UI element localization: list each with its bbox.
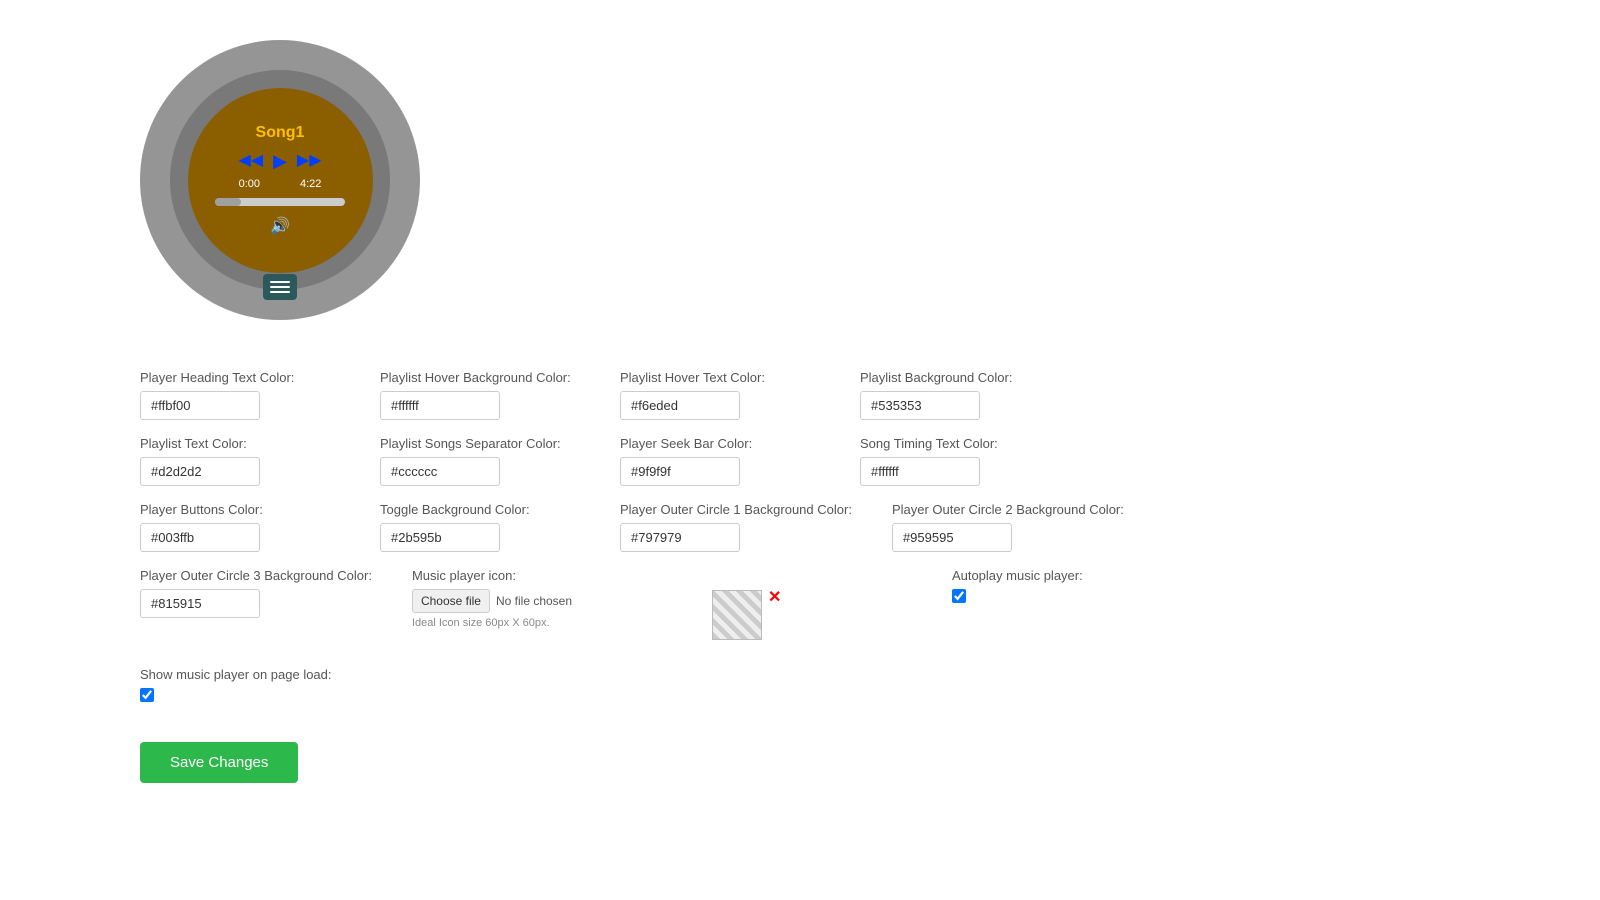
input-playlist-hover-bg-color[interactable]	[380, 391, 500, 420]
icon-preview-area: ✕	[712, 590, 912, 640]
settings-row-3: Player Buttons Color: Toggle Background …	[140, 502, 1460, 552]
setting-player-buttons-color: Player Buttons Color:	[140, 502, 340, 552]
label-outer-circle1-color: Player Outer Circle 1 Background Color:	[620, 502, 852, 517]
input-toggle-bg-color[interactable]	[380, 523, 500, 552]
autoplay-checkbox-group	[952, 589, 1152, 603]
toggle-line-1	[270, 281, 290, 283]
setting-song-timing-text-color: Song Timing Text Color:	[860, 436, 1060, 486]
toggle-line-2	[270, 286, 290, 288]
save-changes-button[interactable]: Save Changes	[140, 742, 298, 783]
player-outer-circle-2: Song1 ◀◀ ▶ ▶▶ 0:00 4:22 🔊	[140, 40, 420, 320]
setting-playlist-text-color: Playlist Text Color:	[140, 436, 340, 486]
input-playlist-hover-text-color[interactable]	[620, 391, 740, 420]
label-playlist-text-color: Playlist Text Color:	[140, 436, 340, 451]
show-on-load-section: Show music player on page load:	[140, 667, 340, 726]
volume-icon[interactable]: 🔊	[270, 216, 290, 236]
file-no-chosen-text: No file chosen	[496, 594, 572, 608]
label-player-heading-text-color: Player Heading Text Color:	[140, 370, 340, 385]
show-on-load-checkbox-group	[140, 688, 340, 702]
play-button[interactable]: ▶	[273, 152, 287, 170]
next-button[interactable]: ▶▶	[297, 153, 322, 169]
input-outer-circle1-color[interactable]	[620, 523, 740, 552]
player-inner-circle: Song1 ◀◀ ▶ ▶▶ 0:00 4:22 🔊	[188, 88, 373, 273]
icon-preview-box	[712, 590, 762, 640]
label-song-timing-text-color: Song Timing Text Color:	[860, 436, 1060, 451]
input-outer-circle2-color[interactable]	[892, 523, 1012, 552]
toggle-line-3	[270, 291, 290, 293]
settings-row-1: Player Heading Text Color: Playlist Hove…	[140, 370, 1460, 420]
label-music-icon: Music player icon:	[412, 568, 672, 583]
setting-playlist-hover-bg-color: Playlist Hover Background Color:	[380, 370, 580, 420]
file-input-area: Choose file No file chosen	[412, 589, 672, 613]
settings-section: Player Heading Text Color: Playlist Hove…	[40, 370, 1560, 783]
settings-row-5: Show music player on page load:	[140, 667, 1460, 726]
label-show-on-load: Show music player on page load:	[140, 667, 340, 682]
setting-player-heading-text-color: Player Heading Text Color:	[140, 370, 340, 420]
seek-bar[interactable]	[215, 198, 345, 206]
setting-playlist-bg-color: Playlist Background Color:	[860, 370, 1060, 420]
input-player-buttons-color[interactable]	[140, 523, 260, 552]
autoplay-section: Autoplay music player:	[952, 568, 1152, 627]
input-playlist-text-color[interactable]	[140, 457, 260, 486]
label-playlist-hover-text-color: Playlist Hover Text Color:	[620, 370, 820, 385]
toggle-playlist-button[interactable]	[263, 274, 297, 300]
label-player-buttons-color: Player Buttons Color:	[140, 502, 340, 517]
time-total: 4:22	[300, 178, 321, 190]
input-playlist-bg-color[interactable]	[860, 391, 980, 420]
setting-playlist-separator-color: Playlist Songs Separator Color:	[380, 436, 580, 486]
autoplay-checkbox[interactable]	[952, 589, 966, 603]
prev-button[interactable]: ◀◀	[238, 153, 263, 169]
input-player-heading-text-color[interactable]	[140, 391, 260, 420]
file-hint-text: Ideal Icon size 60px X 60px.	[412, 617, 672, 629]
setting-outer-circle2-color: Player Outer Circle 2 Background Color:	[892, 502, 1124, 552]
player-timing: 0:00 4:22	[239, 178, 322, 190]
label-toggle-bg-color: Toggle Background Color:	[380, 502, 580, 517]
setting-player-seekbar-color: Player Seek Bar Color:	[620, 436, 820, 486]
label-outer-circle2-color: Player Outer Circle 2 Background Color:	[892, 502, 1124, 517]
show-on-load-checkbox[interactable]	[140, 688, 154, 702]
player-middle-circle-1: Song1 ◀◀ ▶ ▶▶ 0:00 4:22 🔊	[170, 70, 390, 290]
label-autoplay: Autoplay music player:	[952, 568, 1152, 583]
setting-toggle-bg-color: Toggle Background Color:	[380, 502, 580, 552]
input-song-timing-text-color[interactable]	[860, 457, 980, 486]
label-player-seekbar-color: Player Seek Bar Color:	[620, 436, 820, 451]
save-section: Save Changes	[140, 742, 1460, 783]
label-playlist-hover-bg-color: Playlist Hover Background Color:	[380, 370, 580, 385]
input-playlist-separator-color[interactable]	[380, 457, 500, 486]
input-player-seekbar-color[interactable]	[620, 457, 740, 486]
input-outer-circle3-color[interactable]	[140, 589, 260, 618]
label-outer-circle3-color: Player Outer Circle 3 Background Color:	[140, 568, 372, 583]
settings-row-4: Player Outer Circle 3 Background Color: …	[140, 568, 1460, 651]
choose-file-button[interactable]: Choose file	[412, 589, 490, 613]
label-playlist-bg-color: Playlist Background Color:	[860, 370, 1060, 385]
setting-playlist-hover-text-color: Playlist Hover Text Color:	[620, 370, 820, 420]
time-current: 0:00	[239, 178, 260, 190]
icon-remove-button[interactable]: ✕	[768, 590, 781, 606]
setting-outer-circle3-color: Player Outer Circle 3 Background Color:	[140, 568, 372, 651]
seek-bar-fill	[215, 198, 241, 206]
setting-music-icon: Music player icon: Choose file No file c…	[412, 568, 672, 651]
settings-row-2: Playlist Text Color: Playlist Songs Sepa…	[140, 436, 1460, 486]
setting-outer-circle1-color: Player Outer Circle 1 Background Color:	[620, 502, 852, 552]
player-controls: ◀◀ ▶ ▶▶	[238, 152, 321, 170]
label-playlist-separator-color: Playlist Songs Separator Color:	[380, 436, 580, 451]
player-title: Song1	[256, 124, 305, 142]
player-section: Song1 ◀◀ ▶ ▶▶ 0:00 4:22 🔊	[40, 20, 1560, 340]
icon-preview-section: ✕	[712, 568, 912, 651]
